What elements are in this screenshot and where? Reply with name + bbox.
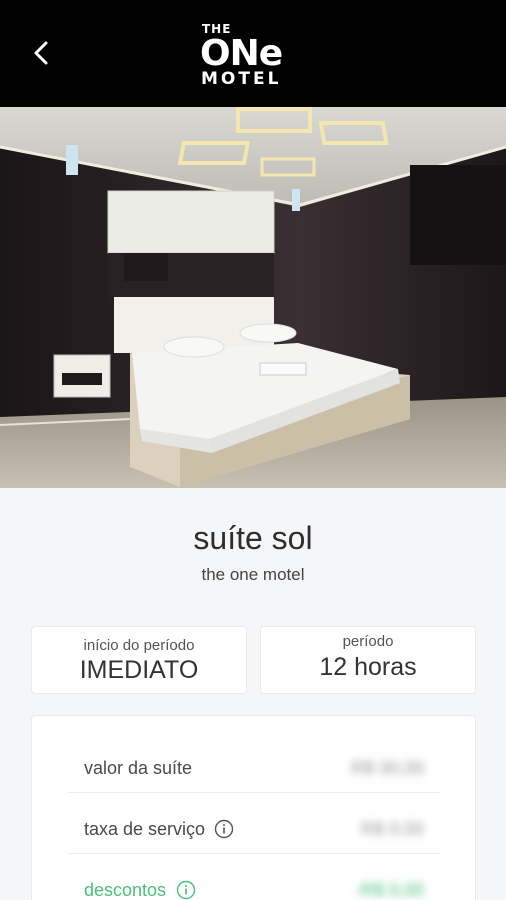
period-duration-value: 12 horas [319,653,417,681]
logo-text-one: ONe [200,33,283,74]
period-start-label: início do período [83,637,195,654]
suite-photo [0,107,506,488]
period-start-value: IMEDIATO [79,656,199,684]
motel-name: the one motel [201,565,305,584]
price-row-service-fee: taxa de serviço R$ 0,00 [68,797,440,857]
price-row-discounts: descontos -R$ 0,00 [68,858,440,900]
price-row-label: taxa de serviço [84,819,206,839]
period-duration-card: período 12 horas [260,626,476,694]
price-row-label: descontos [84,880,167,900]
back-chevron-icon[interactable] [26,38,56,68]
period-start-card: início do período IMEDIATO [31,626,247,694]
logo-text-motel: MOTEL [201,69,282,89]
info-icon[interactable] [214,819,234,839]
price-row-suite: valor da suíte R$ 00,00 [68,736,440,796]
price-row-amount: R$ 00,00 [350,758,424,778]
price-row-amount: -R$ 0,00 [354,880,424,900]
suite-name: suíte sol [193,520,313,556]
app-header: THE ONe MOTEL [0,0,506,107]
row-divider [68,792,440,793]
price-row-amount: R$ 0,00 [360,819,424,839]
info-icon[interactable] [176,880,196,900]
price-row-label: valor da suíte [84,758,193,778]
period-duration-label: período [342,633,394,650]
row-divider [68,853,440,854]
price-breakdown-card: valor da suíte R$ 00,00 taxa de serviço … [31,715,476,900]
the-one-motel-logo: THE ONe MOTEL [192,16,316,94]
